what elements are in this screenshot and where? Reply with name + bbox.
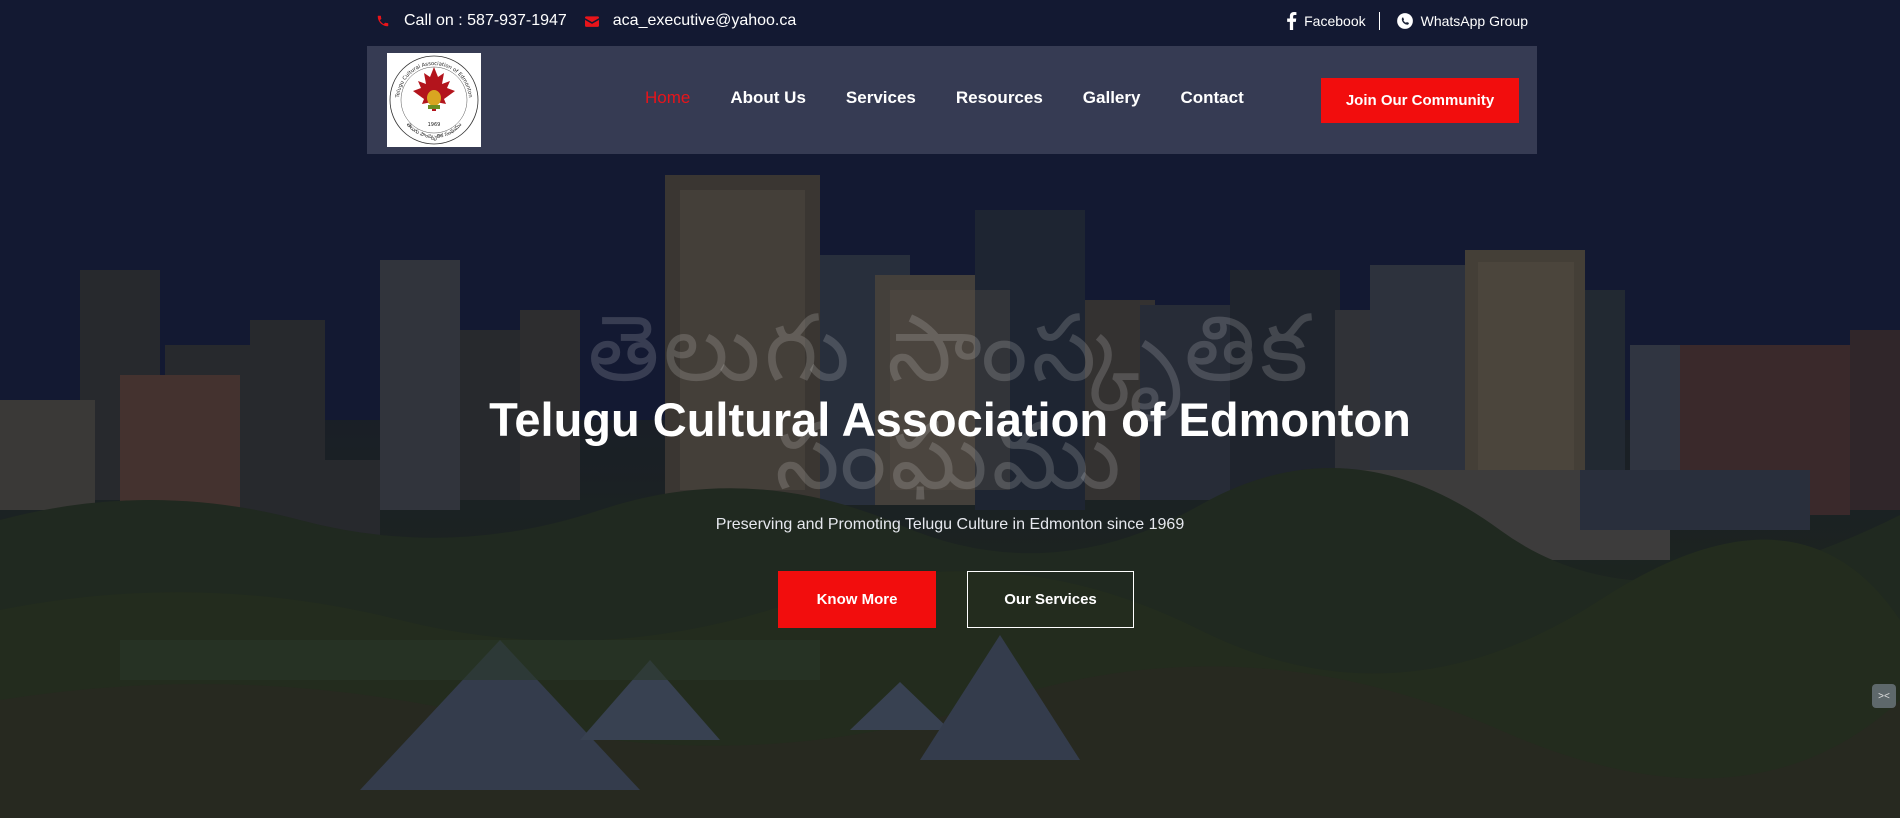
our-services-button[interactable]: Our Services xyxy=(967,571,1134,628)
primary-nav: Home About Us Services Resources Gallery… xyxy=(645,88,1284,108)
phone-contact[interactable]: Call on : 587-937-1947 xyxy=(376,12,567,30)
hero-section: Call on : 587-937-1947 aca_executive@yah… xyxy=(0,0,1900,818)
nav-item-about-us[interactable]: About Us xyxy=(730,88,806,108)
main-navbar: 1969 Telugu Cultural Association of Edmo… xyxy=(367,46,1537,154)
nav-item-contact[interactable]: Contact xyxy=(1180,88,1243,108)
hero-subtitle: Preserving and Promoting Telugu Culture … xyxy=(715,516,1185,533)
facebook-label: Facebook xyxy=(1304,13,1366,29)
envelope-icon xyxy=(584,16,599,27)
email-contact[interactable]: aca_executive@yahoo.ca xyxy=(584,12,797,30)
nav-item-services[interactable]: Services xyxy=(846,88,916,108)
know-more-button[interactable]: Know More xyxy=(778,571,936,628)
nav-item-home[interactable]: Home xyxy=(645,88,690,108)
collapse-widget-icon[interactable]: >< xyxy=(1872,684,1896,708)
facebook-icon xyxy=(1287,12,1297,30)
top-contact-bar: Call on : 587-937-1947 aca_executive@yah… xyxy=(372,0,1530,46)
join-community-button[interactable]: Join Our Community xyxy=(1321,78,1519,123)
hero-title: Telugu Cultural Association of Edmonton xyxy=(489,393,1411,446)
contact-info: Call on : 587-937-1947 aca_executive@yah… xyxy=(376,12,814,30)
social-divider xyxy=(1378,12,1380,30)
nav-item-resources[interactable]: Resources xyxy=(956,88,1043,108)
maple-leaf-logo-icon: 1969 Telugu Cultural Association of Edmo… xyxy=(389,55,479,145)
email-text: aca_executive@yahoo.ca xyxy=(612,12,797,29)
association-logo[interactable]: 1969 Telugu Cultural Association of Edmo… xyxy=(387,53,481,147)
social-links: Facebook WhatsApp Group xyxy=(1286,12,1528,30)
whatsapp-link[interactable]: WhatsApp Group xyxy=(1396,12,1528,30)
phone-text: Call on : 587-937-1947 xyxy=(404,12,567,29)
whatsapp-icon xyxy=(1396,13,1413,29)
nav-item-gallery[interactable]: Gallery xyxy=(1083,88,1141,108)
phone-icon xyxy=(377,15,389,27)
whatsapp-label: WhatsApp Group xyxy=(1420,13,1528,29)
watermark-line-1: తెలుగు సాంస్కృతిక xyxy=(587,295,1313,402)
logo-year: 1969 xyxy=(428,122,441,128)
facebook-link[interactable]: Facebook xyxy=(1286,12,1366,30)
